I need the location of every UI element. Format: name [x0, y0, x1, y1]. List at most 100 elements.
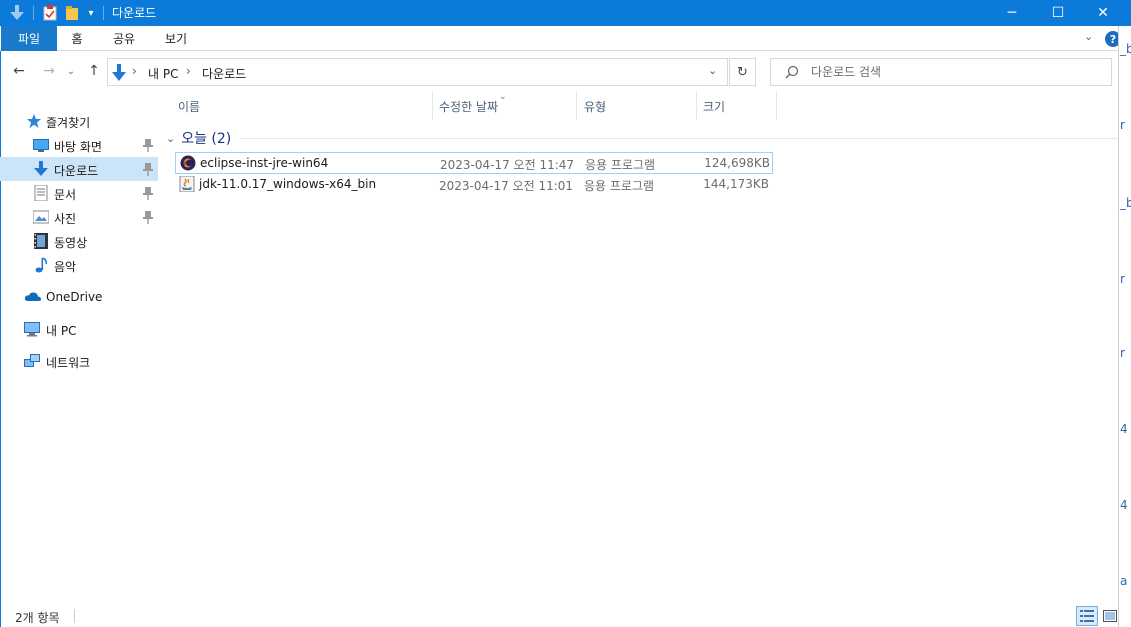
breadcrumb-separator[interactable]: ›: [132, 64, 137, 78]
column-divider[interactable]: [576, 92, 577, 120]
sidebar-item-label: 다운로드: [54, 164, 99, 178]
new-folder-icon[interactable]: [62, 3, 82, 23]
tab-file[interactable]: 파일: [1, 26, 57, 51]
file-date: 2023-04-17 오전 11:01: [439, 179, 574, 193]
tab-view[interactable]: 보기: [154, 26, 198, 51]
file-row[interactable]: eclipse-inst-jre-win64 2023-04-17 오전 11:…: [175, 152, 773, 174]
background-text: _b: [1120, 42, 1131, 56]
background-text: 4: [1120, 422, 1128, 436]
address-bar[interactable]: › 내 PC › 다운로드 ⌄: [107, 58, 728, 86]
ribbon-tabs: 파일 홈 공유 보기 ⌄ ?: [0, 26, 1131, 51]
sidebar-item-label: OneDrive: [46, 290, 103, 304]
group-header[interactable]: ⌄ 오늘 (2): [166, 128, 231, 148]
file-row[interactable]: jdk-11.0.17_windows-x64_bin 2023-04-17 오…: [175, 174, 773, 196]
sort-indicator-icon: ⌄: [499, 92, 507, 102]
navigation-bar: ← → ⌄ ↑ › 내 PC › 다운로드 ⌄ ↻: [0, 52, 1131, 92]
sidebar-item-label: 내 PC: [46, 324, 77, 338]
window-title: 다운로드: [112, 6, 157, 20]
column-divider[interactable]: [696, 92, 697, 120]
address-history-icon[interactable]: ⌄: [708, 64, 717, 77]
background-text: 4: [1120, 498, 1128, 512]
sidebar-item-desktop[interactable]: 바탕 화면: [0, 133, 158, 157]
background-text: r: [1120, 118, 1125, 132]
sidebar-item-documents[interactable]: 문서: [0, 181, 158, 205]
group-divider: [240, 138, 1118, 139]
item-count: 2개 항목: [15, 611, 60, 625]
sidebar-item-label: 사진: [54, 212, 77, 226]
sidebar-item-label: 즐겨찾기: [46, 116, 91, 130]
sidebar-item-downloads[interactable]: 다운로드: [0, 157, 158, 181]
column-divider[interactable]: [432, 92, 433, 120]
pin-icon[interactable]: [142, 210, 154, 224]
close-button[interactable]: ✕: [1080, 0, 1126, 26]
eclipse-icon: [180, 155, 196, 171]
column-header-type[interactable]: 유형: [584, 92, 694, 120]
details-view-button[interactable]: [1076, 606, 1098, 626]
column-divider[interactable]: [776, 92, 777, 120]
file-type: 응용 프로그램: [584, 179, 655, 193]
toolbar-divider: [32, 3, 34, 23]
search-icon: [785, 65, 799, 82]
sidebar-item-network[interactable]: 네트워크: [0, 349, 158, 373]
expand-ribbon-icon[interactable]: ⌄: [1084, 30, 1093, 43]
large-icons-view-button[interactable]: [1099, 606, 1121, 626]
pin-icon[interactable]: [142, 138, 154, 152]
file-size: 144,173KB: [703, 177, 769, 191]
refresh-button[interactable]: ↻: [729, 58, 756, 86]
sidebar-item-onedrive[interactable]: OneDrive: [0, 285, 158, 309]
sidebar-item-pictures[interactable]: 사진: [0, 205, 158, 229]
desktop-icon: [33, 137, 49, 153]
cloud-icon: [24, 289, 42, 305]
java-installer-icon: [179, 175, 195, 193]
sidebar-item-videos[interactable]: 동영상: [0, 229, 158, 253]
computer-icon: [24, 321, 40, 337]
column-header-name[interactable]: 이름: [178, 92, 428, 120]
sidebar-item-label: 음악: [54, 260, 77, 274]
toolbar-divider: [102, 3, 104, 23]
minimize-button[interactable]: ─: [989, 0, 1035, 26]
group-label: 오늘 (2): [181, 131, 232, 147]
sidebar-item-label: 네트워크: [46, 356, 91, 370]
large-icons-view-icon: [1103, 610, 1117, 622]
customize-toolbar-icon[interactable]: ▾: [84, 3, 98, 23]
forward-button[interactable]: →: [40, 62, 58, 80]
background-text: r: [1120, 272, 1125, 286]
search-box[interactable]: [770, 58, 1112, 86]
collapse-chevron-icon[interactable]: ⌄: [166, 132, 175, 145]
file-name: eclipse-inst-jre-win64: [200, 156, 329, 170]
up-button[interactable]: ↑: [85, 62, 103, 80]
column-header-date[interactable]: 수정한 날짜: [439, 92, 579, 120]
navigation-pane: 즐겨찾기 바탕 화면 다운로드 문서 사진 동영상 음악 OneDrive 내 …: [0, 92, 158, 602]
breadcrumb-this-pc[interactable]: 내 PC: [148, 65, 178, 82]
recent-locations-button[interactable]: ⌄: [64, 62, 78, 80]
sidebar-item-quick-access[interactable]: 즐겨찾기: [0, 109, 158, 133]
sidebar-item-label: 바탕 화면: [54, 140, 102, 154]
file-list: 이름 수정한 날짜 ⌄ 유형 크기 ⌄ 오늘 (2) eclipse-inst-…: [160, 92, 1118, 602]
back-button[interactable]: ←: [10, 62, 28, 80]
file-name: jdk-11.0.17_windows-x64_bin: [199, 177, 377, 191]
sidebar-item-this-pc[interactable]: 내 PC: [0, 317, 158, 341]
details-view-icon: [1080, 610, 1094, 622]
column-header-size[interactable]: 크기: [703, 92, 773, 120]
document-icon: [33, 184, 49, 202]
pin-icon[interactable]: [142, 162, 154, 176]
music-icon: [33, 257, 49, 273]
breadcrumb-downloads[interactable]: 다운로드: [202, 65, 246, 82]
background-text: r: [1120, 346, 1125, 360]
pin-icon[interactable]: [142, 186, 154, 200]
tab-share[interactable]: 공유: [102, 26, 146, 51]
download-icon: [111, 64, 127, 85]
search-input[interactable]: [811, 62, 1101, 82]
file-date: 2023-04-17 오전 11:47: [440, 158, 575, 172]
breadcrumb-separator[interactable]: ›: [186, 64, 191, 78]
maximize-button[interactable]: ☐: [1035, 0, 1081, 26]
status-bar: 2개 항목: [0, 603, 1131, 627]
star-icon: [26, 113, 42, 129]
title-bar: ▾ 다운로드 ─ ☐ ✕: [0, 0, 1131, 26]
sidebar-item-music[interactable]: 음악: [0, 253, 158, 277]
properties-icon[interactable]: [40, 3, 60, 23]
file-size: 124,698KB: [704, 156, 770, 170]
tab-home[interactable]: 홈: [58, 26, 96, 51]
file-type: 응용 프로그램: [585, 158, 656, 172]
download-icon: [8, 3, 26, 23]
